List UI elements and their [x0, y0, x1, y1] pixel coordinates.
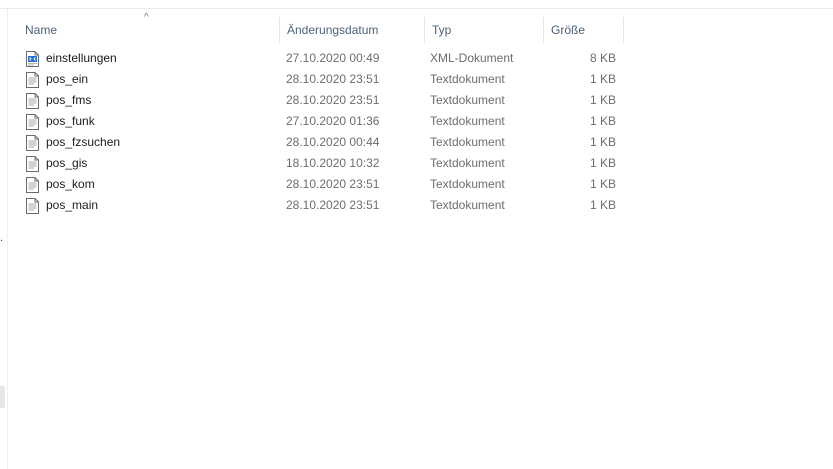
file-row[interactable]: pos_fms 28.10.2020 23:51 Textdokument 1 … [18, 90, 624, 111]
column-header-name[interactable]: Name [18, 17, 280, 43]
file-type: Textdokument [430, 135, 505, 149]
xml-file-icon [26, 51, 39, 67]
file-size: 1 KB [589, 198, 616, 212]
file-type: Textdokument [430, 93, 505, 107]
text-file-icon [26, 177, 39, 193]
column-header-size-label: Größe [551, 23, 586, 37]
file-size: 1 KB [589, 135, 616, 149]
text-file-icon [26, 156, 39, 172]
file-date: 28.10.2020 23:51 [286, 177, 380, 191]
file-date: 28.10.2020 23:51 [286, 72, 380, 86]
file-size: 1 KB [589, 114, 616, 128]
file-type: Textdokument [430, 156, 505, 170]
file-size: 1 KB [589, 177, 616, 191]
file-name: pos_kom [46, 177, 95, 191]
file-row[interactable]: pos_main 28.10.2020 23:51 Textdokument 1… [18, 195, 624, 216]
file-date: 28.10.2020 23:51 [286, 93, 380, 107]
file-name: pos_main [46, 198, 99, 212]
file-date: 27.10.2020 00:49 [286, 51, 380, 65]
file-size: 1 KB [589, 72, 616, 86]
file-size: 1 KB [589, 93, 616, 107]
file-name: pos_gis [46, 156, 88, 170]
file-name: einstellungen [46, 51, 117, 65]
file-name: pos_fms [46, 93, 92, 107]
column-header-date[interactable]: Änderungsdatum [280, 17, 425, 43]
file-name: pos_funk [46, 114, 95, 128]
column-header-date-label: Änderungsdatum [287, 23, 379, 37]
sort-ascending-icon: ^ [144, 12, 149, 23]
file-date: 28.10.2020 23:51 [286, 198, 380, 212]
text-file-icon [26, 198, 39, 214]
file-type: Textdokument [430, 114, 505, 128]
file-row[interactable]: pos_gis 18.10.2020 10:32 Textdokument 1 … [18, 153, 624, 174]
file-type: Textdokument [430, 177, 505, 191]
window-top-border [0, 8, 833, 9]
file-name: pos_fzsuchen [46, 135, 121, 149]
text-file-icon [26, 93, 39, 109]
file-size: 8 KB [589, 51, 616, 65]
column-header: Name ^ Änderungsdatum Typ Größe [18, 12, 624, 43]
file-type: Textdokument [430, 198, 505, 212]
column-header-size[interactable]: Größe [544, 17, 624, 43]
file-row[interactable]: einstellungen 27.10.2020 00:49 XML-Dokum… [18, 48, 624, 69]
file-type: Textdokument [430, 72, 505, 86]
file-list: einstellungen 27.10.2020 00:49 XML-Dokum… [18, 48, 624, 216]
text-file-icon [26, 135, 39, 151]
file-row[interactable]: pos_kom 28.10.2020 23:51 Textdokument 1 … [18, 174, 624, 195]
file-date: 28.10.2020 00:44 [286, 135, 380, 149]
column-header-type-label: Typ [432, 23, 452, 37]
file-row[interactable]: pos_fzsuchen 28.10.2020 00:44 Textdokume… [18, 132, 624, 153]
file-type: XML-Dokument [430, 51, 514, 65]
text-file-icon [26, 114, 39, 130]
text-file-icon [26, 72, 39, 88]
file-row[interactable]: pos_ein 28.10.2020 23:51 Textdokument 1 … [18, 69, 624, 90]
column-header-type[interactable]: Typ [425, 17, 544, 43]
file-row[interactable]: pos_funk 27.10.2020 01:36 Textdokument 1… [18, 111, 624, 132]
file-name: pos_ein [46, 72, 89, 86]
navigation-pane-fragment: . [0, 232, 4, 244]
navigation-pane-scrollbar[interactable] [0, 386, 5, 408]
file-date: 27.10.2020 01:36 [286, 114, 380, 128]
file-size: 1 KB [589, 156, 616, 170]
file-date: 18.10.2020 10:32 [286, 156, 380, 170]
column-header-name-label: Name [25, 23, 58, 37]
